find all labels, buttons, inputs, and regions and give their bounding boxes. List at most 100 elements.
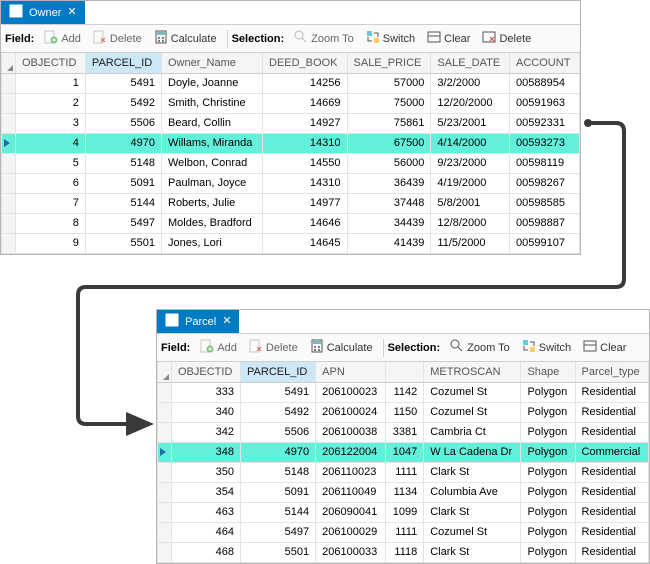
cell[interactable]: 14310 [263,133,348,153]
cell[interactable]: 00598267 [510,173,580,193]
cell[interactable]: W La Cadena Dr [424,442,521,462]
cell[interactable]: 67500 [347,133,431,153]
cell[interactable]: 1134 [385,482,423,502]
cell[interactable]: 5497 [85,213,161,233]
cell[interactable]: Residential [575,522,648,542]
cell[interactable]: Columbia Ave [424,482,521,502]
cell[interactable]: 00598119 [510,153,580,173]
cell[interactable]: 1099 [385,502,423,522]
cell[interactable]: 1150 [385,402,423,422]
cell[interactable]: 4/19/2000 [431,173,510,193]
switch-button[interactable]: Switch [516,336,577,359]
cell[interactable]: Cozumel St [424,522,521,542]
row-header[interactable] [2,133,16,153]
column-header[interactable]: OBJECTID [16,53,86,73]
column-header[interactable]: Shape [521,362,575,382]
cell[interactable]: Residential [575,542,648,562]
cell[interactable]: 75861 [347,113,431,133]
row-header[interactable] [2,93,16,113]
cell[interactable]: 00591963 [510,93,580,113]
add-field-button[interactable]: Add [38,27,87,50]
cell[interactable]: Residential [575,402,648,422]
cell[interactable]: 206110049 [316,482,386,502]
cell[interactable]: Commercial [575,442,648,462]
cell[interactable]: Welbon, Conrad [162,153,263,173]
cell[interactable]: 14927 [263,113,348,133]
calculate-button[interactable]: Calculate [304,336,379,359]
row-selector-corner[interactable] [2,53,16,73]
row-header[interactable] [158,482,172,502]
tab-owner[interactable]: Owner ✕ [1,1,85,24]
cell[interactable]: 206090041 [316,502,386,522]
cell[interactable]: 5506 [241,422,316,442]
delete-selection-button[interactable]: Delete [476,27,537,50]
cell[interactable]: 340 [172,402,241,422]
row-header[interactable] [2,233,16,253]
cell[interactable]: 5091 [241,482,316,502]
calculate-button[interactable]: Calculate [148,27,223,50]
table-row[interactable]: 65091Paulman, Joyce14310364394/19/200000… [2,173,580,193]
cell[interactable]: 37448 [347,193,431,213]
cell[interactable]: Smith, Christine [162,93,263,113]
cell[interactable]: Polygon [521,522,575,542]
cell[interactable]: 5491 [85,73,161,93]
cell[interactable]: 57000 [347,73,431,93]
cell[interactable]: Polygon [521,442,575,462]
cell[interactable]: 333 [172,382,241,402]
cell[interactable]: Residential [575,462,648,482]
cell[interactable]: 11/5/2000 [431,233,510,253]
cell[interactable]: 206100029 [316,522,386,542]
parcel-table[interactable]: OBJECTIDPARCEL_IDAPNMETROSCANShapeParcel… [157,362,649,563]
row-header[interactable] [158,442,172,462]
cell[interactable]: 3381 [385,422,423,442]
cell[interactable]: Residential [575,422,648,442]
column-header[interactable] [385,362,423,382]
cell[interactable]: Polygon [521,462,575,482]
row-header[interactable] [158,462,172,482]
cell[interactable]: 342 [172,422,241,442]
column-header[interactable]: OBJECTID [172,362,241,382]
delete-field-button[interactable]: Delete [87,27,148,50]
row-header[interactable] [158,422,172,442]
cell[interactable]: 5501 [241,542,316,562]
cell[interactable]: 34439 [347,213,431,233]
cell[interactable]: 00592331 [510,113,580,133]
cell[interactable]: 3/2/2000 [431,73,510,93]
cell[interactable]: 206122004 [316,442,386,462]
row-header[interactable] [2,73,16,93]
cell[interactable]: 7 [16,193,86,213]
table-row[interactable]: 15491Doyle, Joanne14256570003/2/20000058… [2,73,580,93]
zoom-to-button[interactable]: Zoom To [288,27,360,50]
delete-field-button[interactable]: Delete [243,336,304,359]
cell[interactable]: 5148 [85,153,161,173]
zoom-to-button[interactable]: Zoom To [444,336,516,359]
cell[interactable]: Residential [575,482,648,502]
cell[interactable]: 6 [16,173,86,193]
close-icon[interactable]: ✕ [67,7,76,18]
row-header[interactable] [2,153,16,173]
cell[interactable]: 5091 [85,173,161,193]
cell[interactable]: 350 [172,462,241,482]
cell[interactable]: Cambria Ct [424,422,521,442]
cell[interactable]: 1 [16,73,86,93]
cell[interactable]: Beard, Collin [162,113,263,133]
cell[interactable]: 3 [16,113,86,133]
table-row[interactable]: 46454972061000291111Cozumel StPolygonRes… [158,522,649,542]
cell[interactable]: 206100038 [316,422,386,442]
row-header[interactable] [158,542,172,562]
cell[interactable]: 1118 [385,542,423,562]
cell[interactable]: Clark St [424,542,521,562]
tab-parcel[interactable]: Parcel ✕ [157,310,239,333]
cell[interactable]: 4/14/2000 [431,133,510,153]
cell[interactable]: 5/8/2001 [431,193,510,213]
cell[interactable]: Polygon [521,542,575,562]
cell[interactable]: Clark St [424,502,521,522]
row-header[interactable] [2,113,16,133]
cell[interactable]: Jones, Lori [162,233,263,253]
switch-button[interactable]: Switch [360,27,421,50]
cell[interactable]: 75000 [347,93,431,113]
cell[interactable]: 5148 [241,462,316,482]
cell[interactable]: 00593273 [510,133,580,153]
cell[interactable]: 206100023 [316,382,386,402]
cell[interactable]: 9/23/2000 [431,153,510,173]
